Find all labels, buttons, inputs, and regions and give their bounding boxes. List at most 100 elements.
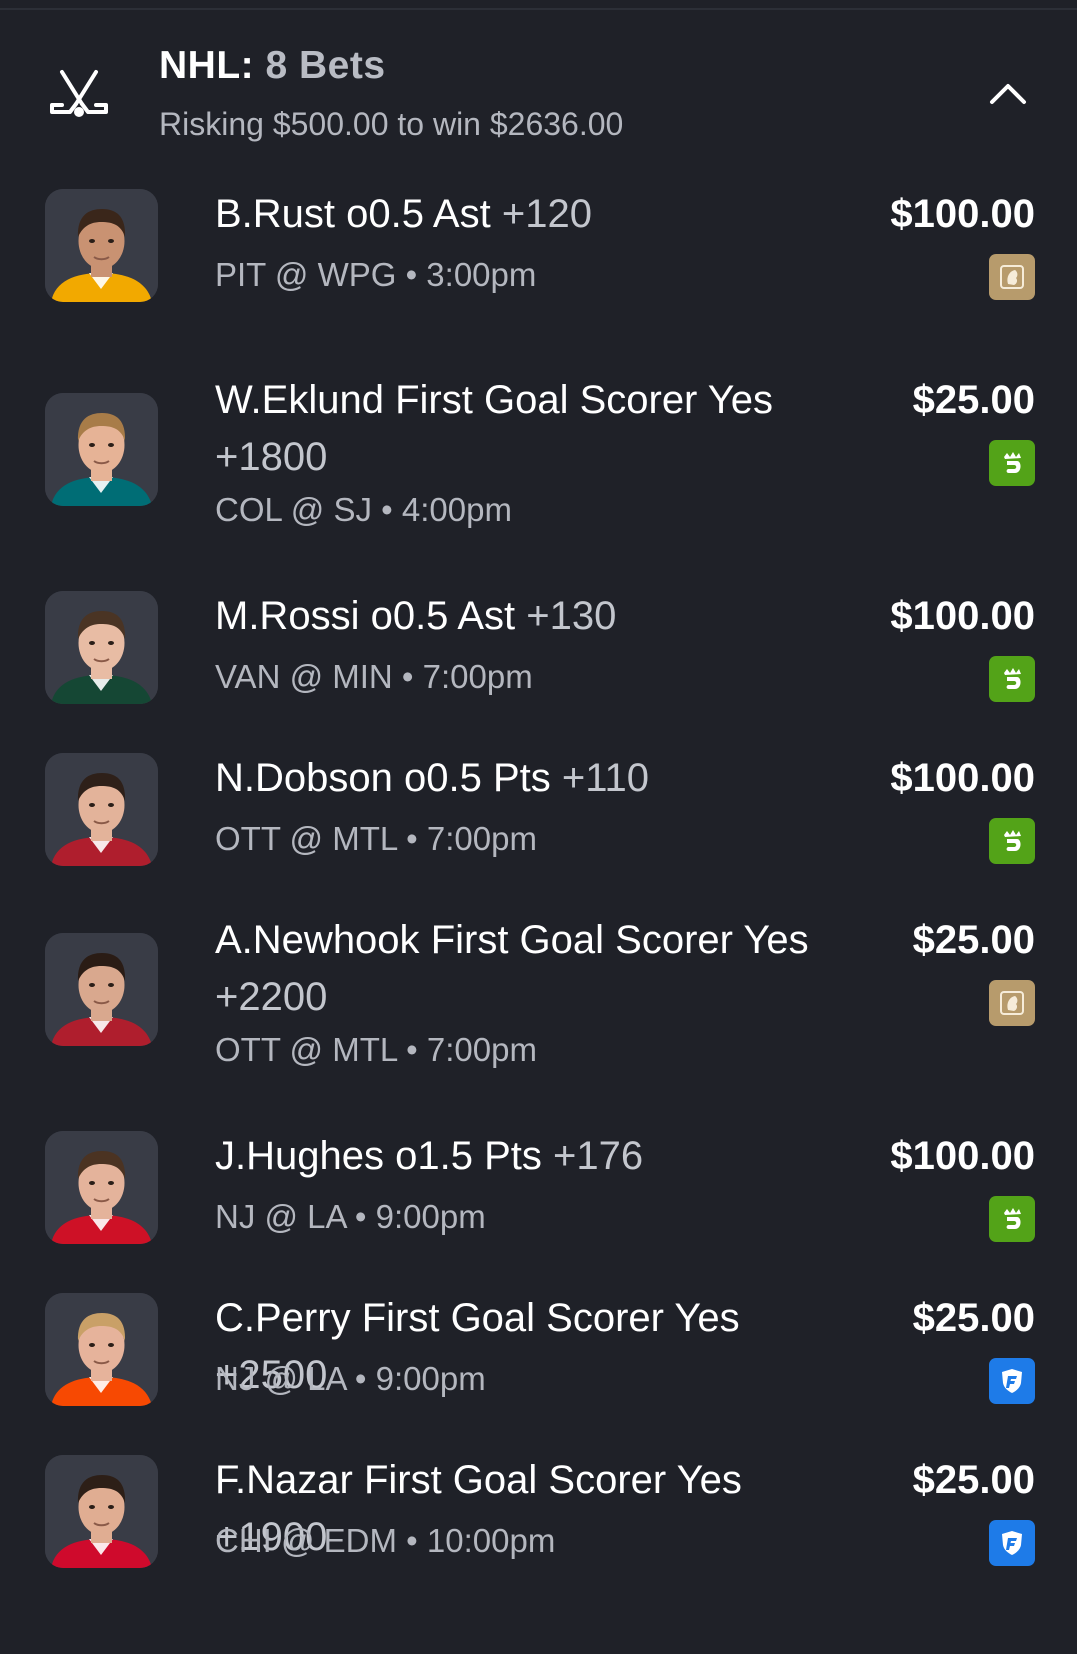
game-time: 7:00pm [426,820,537,857]
separator-dot: • [392,658,423,695]
bet-list: B.Rust o0.5 Ast +120 PIT @ WPG • 3:00pm $1… [0,170,1077,1598]
bet-market: o0.5 Ast [346,192,491,236]
bet-description: B.Rust [215,192,336,236]
bet-row[interactable]: C.Perry First Goal Scorer Yes +2500 NJ @ … [0,1274,1077,1436]
player-avatar [45,753,158,866]
league-name: NHL: [159,44,255,87]
game-info: CHI @ EDM • 10:00pm [215,1522,555,1560]
top-divider [0,8,1077,10]
fanduel-icon [989,1520,1035,1566]
bet-market: First Goal Scorer Yes [363,1458,742,1502]
player-avatar [45,933,158,1046]
bet-row[interactable]: W.Eklund First Goal Scorer Yes +1800 COL … [0,356,1077,572]
bet-odds: +120 [501,192,592,236]
game-info: NJ @ LA • 9:00pm [215,1198,486,1236]
hockey-sticks-icon [48,68,110,120]
game-time: 9:00pm [375,1360,486,1397]
bet-odds: +1800 [215,435,328,479]
player-avatar [45,189,158,302]
stake-amount: $25.00 [912,918,1035,962]
bet-row[interactable]: A.Newhook First Goal Scorer Yes +2200 OTT… [0,896,1077,1112]
player-avatar [45,393,158,506]
bet-market: First Goal Scorer Yes [395,378,774,422]
game-info: COL @ SJ • 4:00pm [215,491,512,529]
game-info: OTT @ MTL • 7:00pm [215,820,537,858]
bet-description: M.Rossi [215,594,360,638]
matchup: OTT @ MTL [215,1031,397,1068]
game-time: 9:00pm [375,1198,486,1235]
bet-selection: B.Rust o0.5 Ast +120 [215,186,855,243]
matchup: NJ @ LA [215,1360,346,1397]
separator-dot: • [371,491,402,528]
matchup: OTT @ MTL [215,820,397,857]
bet-selection: N.Dobson o0.5 Pts +110 [215,750,855,807]
matchup: VAN @ MIN [215,658,393,695]
bet-market: o0.5 Ast [370,594,516,638]
player-avatar [45,591,158,704]
game-time: 7:00pm [422,658,533,695]
separator-dot: • [397,820,427,857]
separator-dot: • [345,1360,376,1397]
bet-selection: M.Rossi o0.5 Ast +130 [215,588,855,645]
bet-description: F.Nazar [215,1458,353,1502]
separator-dot: • [397,1522,427,1559]
stake-amount: $100.00 [890,1134,1035,1178]
bet-market: First Goal Scorer Yes [361,1296,740,1340]
stake-amount: $25.00 [912,1296,1035,1340]
bet-row[interactable]: F.Nazar First Goal Scorer Yes +1900 CHI @… [0,1436,1077,1598]
stake-amount: $100.00 [890,192,1035,236]
bet-row[interactable]: N.Dobson o0.5 Pts +110 OTT @ MTL • 7:00pm… [0,734,1077,896]
risk-summary: Risking $500.00 to win $2636.00 [159,106,624,142]
matchup: COL @ SJ [215,491,372,528]
bet-description: W.Eklund [215,378,384,422]
bet-row[interactable]: J.Hughes o1.5 Pts +176 NJ @ LA • 9:00pm $1… [0,1112,1077,1274]
draftkings-icon [989,1196,1035,1242]
player-avatar [45,1293,158,1406]
collapse-button[interactable] [983,74,1033,110]
draftkings-icon [989,440,1035,486]
bet-description: A.Newhook [215,918,420,962]
bet-market: o0.5 Pts [404,756,551,800]
game-time: 3:00pm [426,256,537,293]
bet-row[interactable]: B.Rust o0.5 Ast +120 PIT @ WPG • 3:00pm $1… [0,170,1077,356]
bet-odds: +130 [526,594,617,638]
chevron-up-icon [990,84,1026,104]
bet-description: N.Dobson [215,756,393,800]
game-time: 10:00pm [426,1522,556,1559]
bet-market: o1.5 Pts [395,1134,542,1178]
bet-selection: J.Hughes o1.5 Pts +176 [215,1128,855,1185]
game-info: OTT @ MTL • 7:00pm [215,1031,537,1069]
bet-odds: +110 [561,756,650,800]
bet-row[interactable]: M.Rossi o0.5 Ast +130 VAN @ MIN • 7:00pm $… [0,572,1077,734]
bet-selection: W.Eklund First Goal Scorer Yes +1800 [215,372,855,486]
caesars-icon [989,980,1035,1026]
player-avatar [45,1131,158,1244]
bet-odds: +176 [553,1134,644,1178]
stake-amount: $25.00 [912,378,1035,422]
league-group-header[interactable]: NHL: 8 Bets Risking $500.00 to win $2636… [0,30,1077,160]
game-info: PIT @ WPG • 3:00pm [215,256,536,294]
stake-amount: $25.00 [912,1458,1035,1502]
fanduel-icon [989,1358,1035,1404]
group-title: NHL: 8 Bets [159,44,386,88]
player-avatar [45,1455,158,1568]
bet-description: J.Hughes [215,1134,384,1178]
game-time: 7:00pm [426,1031,537,1068]
draftkings-icon [989,818,1035,864]
matchup: NJ @ LA [215,1198,346,1235]
separator-dot: • [345,1198,376,1235]
game-info: NJ @ LA • 9:00pm [215,1360,486,1398]
bet-selection: A.Newhook First Goal Scorer Yes +2200 [215,912,855,1026]
stake-amount: $100.00 [890,756,1035,800]
separator-dot: • [397,1031,427,1068]
bet-odds: +2200 [215,975,328,1019]
separator-dot: • [396,256,427,293]
game-info: VAN @ MIN • 7:00pm [215,658,533,696]
draftkings-icon [989,656,1035,702]
bet-count: 8 Bets [265,44,386,87]
stake-amount: $100.00 [890,594,1035,638]
game-time: 4:00pm [401,491,512,528]
matchup: CHI @ EDM [215,1522,397,1559]
bet-market: First Goal Scorer Yes [430,918,809,962]
matchup: PIT @ WPG [215,256,397,293]
